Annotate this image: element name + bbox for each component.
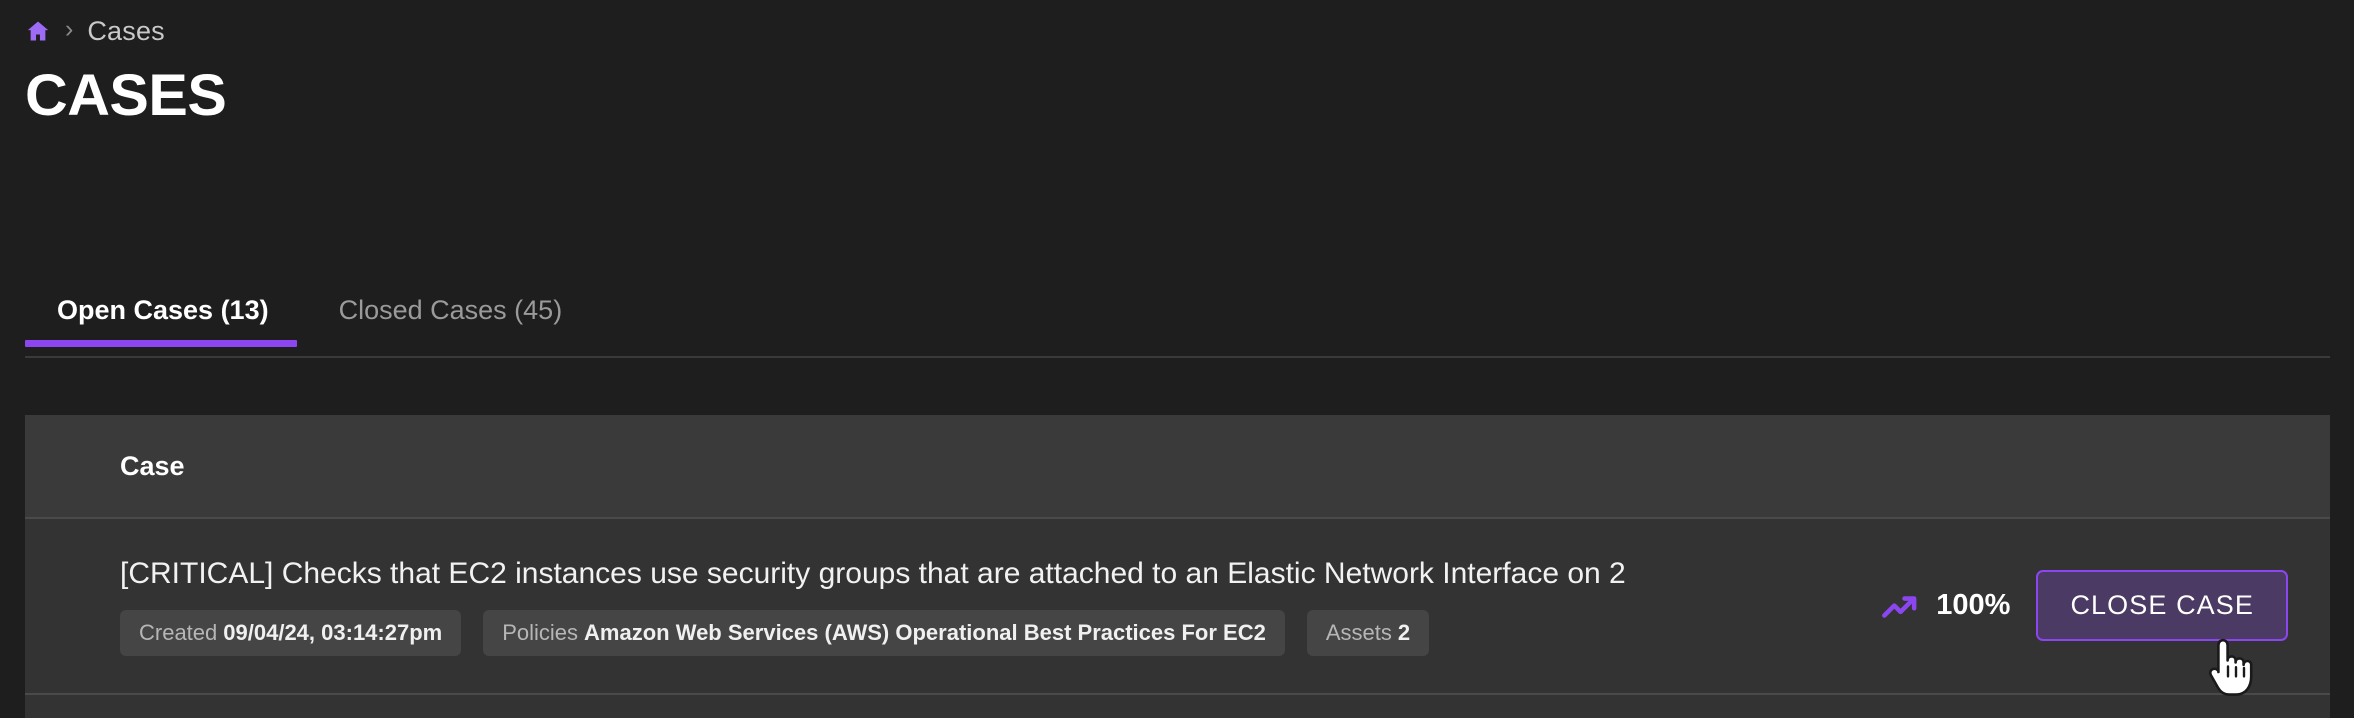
- chip-created-value: 09/04/24, 03:14:27pm: [223, 619, 443, 645]
- case-score-value: 100%: [1936, 588, 2011, 621]
- cases-table: Case [CRITICAL] Checks that EC2 instance…: [25, 415, 2330, 718]
- home-icon[interactable]: [25, 18, 51, 44]
- tab-list: Open Cases (13) Closed Cases (45): [25, 286, 598, 358]
- chip-policies-value: Amazon Web Services (AWS) Operational Be…: [584, 619, 1266, 645]
- chip-created: Created 09/04/24, 03:14:27pm: [120, 609, 462, 656]
- close-case-button[interactable]: CLOSE CASE: [2036, 569, 2288, 641]
- chip-policies-label: Policies: [502, 619, 579, 645]
- table-row[interactable]: [CRITICAL] Checks that EC2 instances use…: [25, 519, 2330, 695]
- breadcrumb-separator: ›: [65, 14, 74, 43]
- cases-page: › Cases CASES Open Cases (13) Closed Cas…: [0, 0, 2354, 718]
- breadcrumb: › Cases: [25, 10, 165, 52]
- trending-up-icon: [1882, 588, 1920, 622]
- page-title: CASES: [25, 63, 227, 128]
- case-summary: [CRITICAL] Checks that EC2 instances use…: [120, 557, 1626, 656]
- tab-closed-cases[interactable]: Closed Cases (45): [305, 286, 599, 330]
- case-meta-chips: Created 09/04/24, 03:14:27pm Policies Amaz…: [120, 609, 1626, 656]
- tabs-divider: [25, 356, 2330, 358]
- chip-created-label: Created: [139, 619, 218, 645]
- column-header-case: Case: [120, 450, 185, 481]
- breadcrumb-current[interactable]: Cases: [87, 16, 165, 47]
- chip-assets: Assets 2: [1306, 609, 1430, 656]
- tab-open-cases[interactable]: Open Cases (13): [25, 286, 305, 347]
- case-title[interactable]: [CRITICAL] Checks that EC2 instances use…: [120, 557, 1626, 590]
- chip-assets-value: 2: [1397, 619, 1411, 645]
- tabs: Open Cases (13) Closed Cases (45): [0, 286, 2354, 358]
- table-header-row: Case: [25, 415, 2330, 519]
- chip-policies: Policies Amazon Web Services (AWS) Operat…: [483, 609, 1285, 656]
- table-row-partial[interactable]: [25, 695, 2330, 718]
- case-score: 100%: [1882, 588, 2010, 622]
- chip-assets-label: Assets: [1325, 619, 1392, 645]
- case-actions: 100% CLOSE CASE: [1882, 569, 2288, 643]
